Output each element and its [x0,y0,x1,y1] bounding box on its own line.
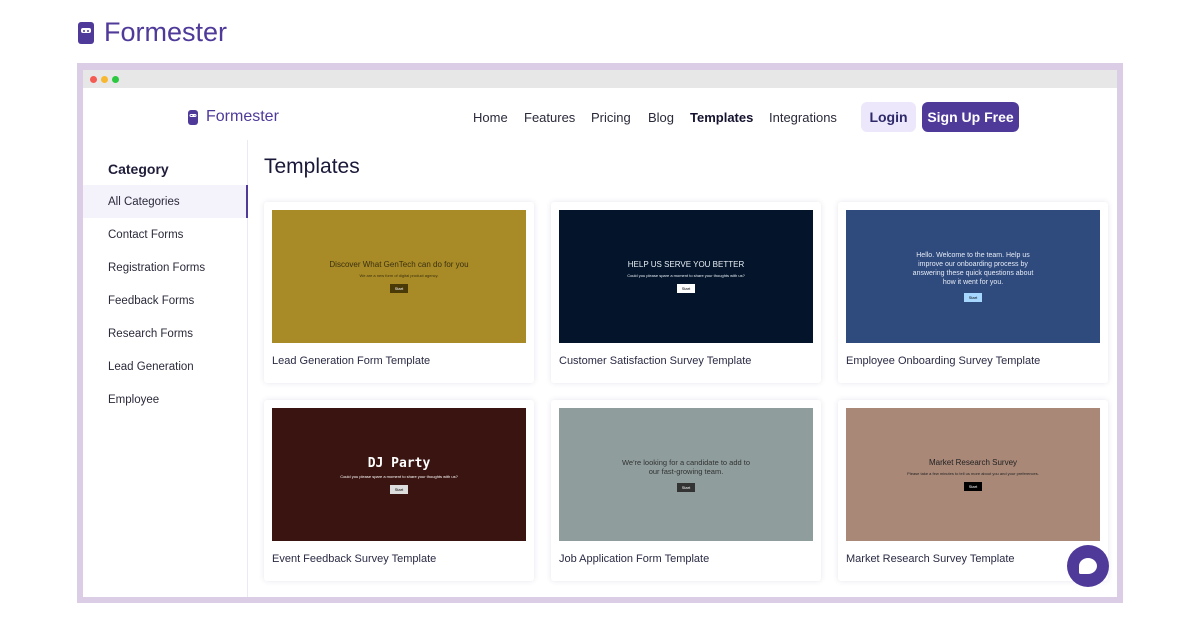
window-titlebar [83,70,1117,88]
preview-start-button: Start [676,284,696,293]
preview-start-button: Start [676,482,696,492]
template-card[interactable]: We're looking for a candidate to add to … [551,400,821,581]
template-title[interactable]: Job Application Form Template [559,553,709,565]
preview-start-button: Start [963,293,983,302]
template-title[interactable]: Employee Onboarding Survey Template [846,355,1040,367]
preview-subtext: Please take a few minutes to tell us mor… [907,471,1039,476]
category-employee[interactable]: Employee [83,383,248,416]
preview-heading: HELP US SERVE YOU BETTER [627,260,745,269]
template-card[interactable]: DJ Party Could you please spare a moment… [264,400,534,581]
template-preview[interactable]: DJ Party Could you please spare a moment… [272,408,526,541]
preview-subtext: We are a new form of digital product age… [359,273,439,278]
template-card[interactable]: Hello. Welcome to the team. Help us impr… [838,202,1108,383]
template-card[interactable]: Market Research Survey Please take a few… [838,400,1108,581]
nav-features[interactable]: Features [524,110,575,125]
category-feedback[interactable]: Feedback Forms [83,284,248,317]
template-preview[interactable]: We're looking for a candidate to add to … [559,408,813,541]
template-preview[interactable]: Discover What GenTech can do for you We … [272,210,526,343]
preview-heading: DJ Party [367,455,431,471]
preview-heading: Market Research Survey [928,458,1018,467]
page-title: Templates [264,155,360,178]
chat-button[interactable] [1067,545,1109,587]
nav-templates[interactable]: Templates [690,110,753,125]
browser-window: Formester Home Features Pricing Blog Tem… [83,70,1117,597]
nav-blog[interactable]: Blog [648,110,674,125]
close-dot[interactable] [90,76,97,83]
category-registration[interactable]: Registration Forms [83,251,248,284]
template-title[interactable]: Market Research Survey Template [846,553,1015,565]
maximize-dot[interactable] [112,76,119,83]
category-sidebar: Category All Categories Contact Forms Re… [83,140,248,597]
category-heading: Category [108,161,169,177]
preview-subtext: Could you please spare a moment to share… [627,273,745,278]
template-preview[interactable]: Hello. Welcome to the team. Help us impr… [846,210,1100,343]
nav-pricing[interactable]: Pricing [591,110,631,125]
template-preview[interactable]: HELP US SERVE YOU BETTER Could you pleas… [559,210,813,343]
category-all[interactable]: All Categories [83,185,248,218]
preview-start-button: Start [963,482,983,491]
nav-home[interactable]: Home [473,110,508,125]
preview-start-button: Start [389,284,409,293]
nav-integrations[interactable]: Integrations [769,110,837,125]
category-contact[interactable]: Contact Forms [83,218,248,251]
template-card[interactable]: Discover What GenTech can do for you We … [264,202,534,383]
category-lead-generation[interactable]: Lead Generation [83,350,248,383]
chat-bubble-icon [1079,558,1097,574]
preview-heading: We're looking for a candidate to add to … [621,457,751,477]
preview-start-button: Start [389,484,409,494]
minimize-dot[interactable] [101,76,108,83]
template-card[interactable]: HELP US SERVE YOU BETTER Could you pleas… [551,202,821,383]
template-title[interactable]: Customer Satisfaction Survey Template [559,355,751,367]
brand-logo-icon [78,22,94,44]
template-title[interactable]: Event Feedback Survey Template [272,553,436,565]
preview-subtext: Could you please spare a moment to share… [340,473,458,479]
category-research[interactable]: Research Forms [83,317,248,350]
template-title[interactable]: Lead Generation Form Template [272,355,430,367]
template-preview[interactable]: Market Research Survey Please take a few… [846,408,1100,541]
brand-name: Formester [104,17,228,47]
preview-heading: Hello. Welcome to the team. Help us impr… [912,252,1034,286]
site-logo-icon[interactable] [188,110,198,125]
signup-button[interactable]: Sign Up Free [922,102,1019,132]
login-button[interactable]: Login [861,102,916,132]
preview-heading: Discover What GenTech can do for you [329,260,469,269]
site-logo-text[interactable]: Formester [206,108,279,126]
